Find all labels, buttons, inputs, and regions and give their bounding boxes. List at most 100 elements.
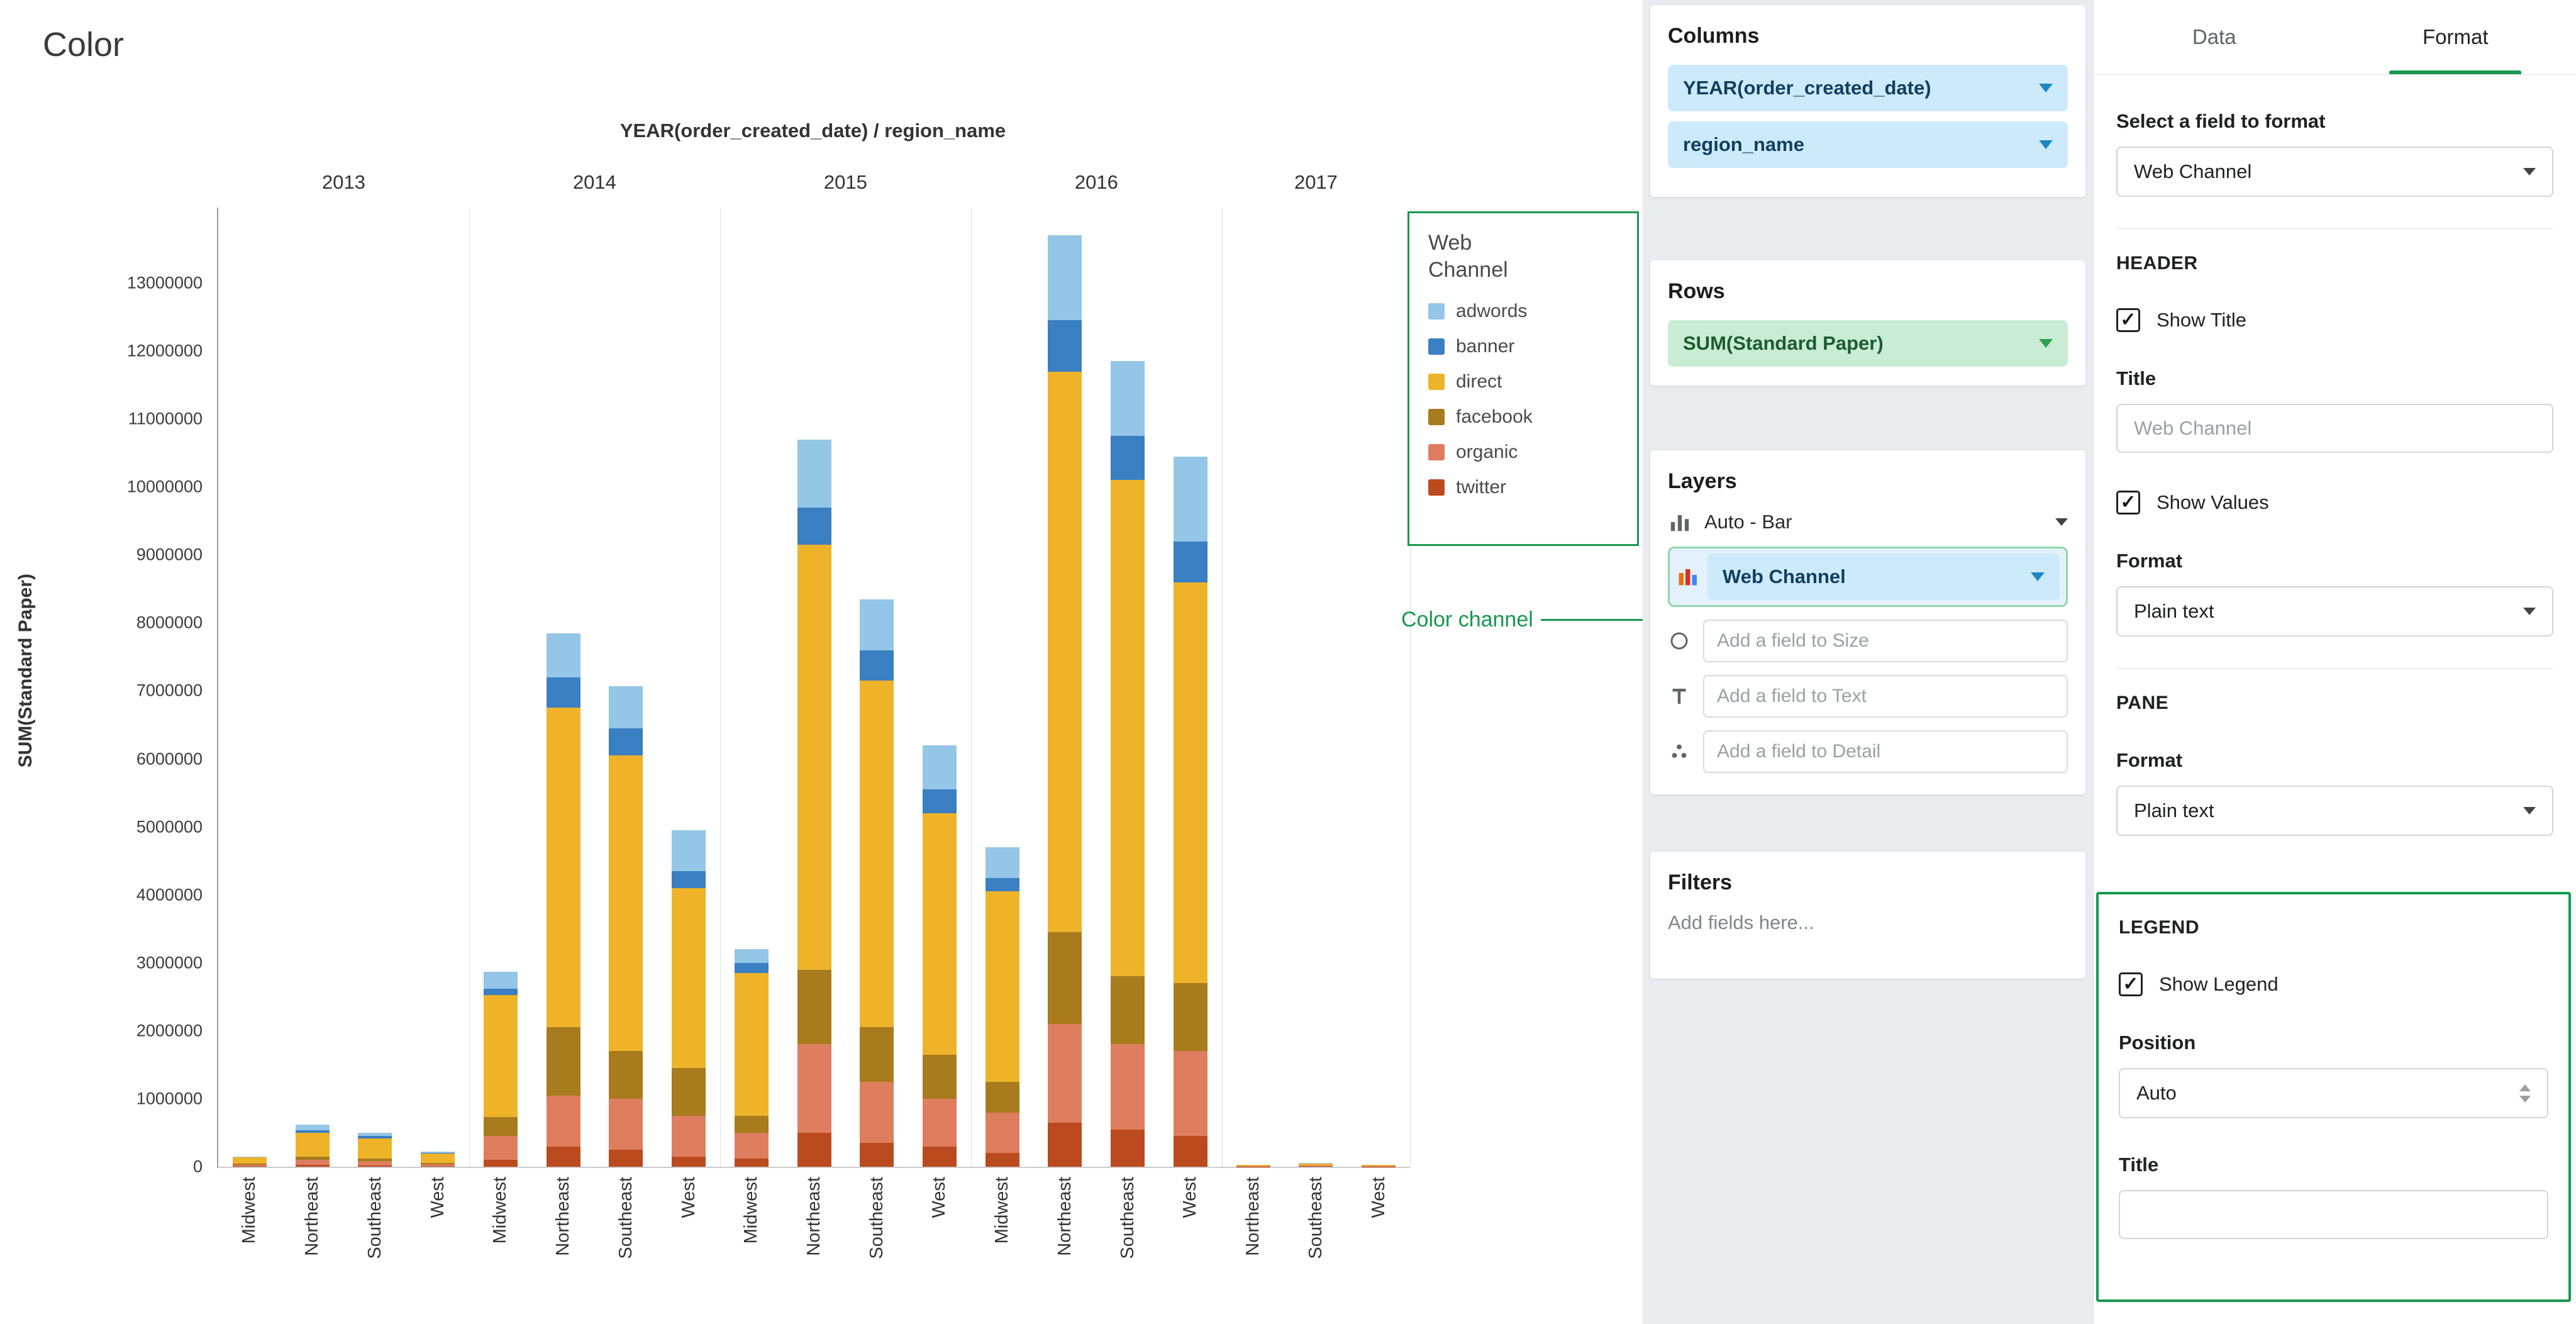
legend-item-banner[interactable]: banner — [1428, 336, 1618, 357]
bar-segment-banner[interactable] — [1111, 436, 1145, 480]
bar-segment-organic[interactable] — [1174, 1051, 1208, 1136]
bar-segment-facebook[interactable] — [1174, 983, 1208, 1051]
legend-item-organic[interactable]: organic — [1428, 442, 1618, 463]
bar-segment-facebook[interactable] — [797, 970, 831, 1045]
bar-segment-banner[interactable] — [609, 728, 643, 755]
legend-item-direct[interactable]: direct — [1428, 371, 1618, 392]
bar-segment-direct[interactable] — [358, 1138, 392, 1159]
bar[interactable] — [672, 830, 706, 1167]
bar-segment-direct[interactable] — [1111, 480, 1145, 976]
bar-segment-banner[interactable] — [672, 871, 706, 888]
bar-segment-direct[interactable] — [860, 681, 894, 1027]
bar-segment-twitter[interactable] — [672, 1157, 706, 1167]
bar-segment-banner[interactable] — [923, 789, 957, 813]
tab-data[interactable]: Data — [2094, 0, 2335, 74]
bar-segment-twitter[interactable] — [860, 1143, 894, 1167]
bar-segment-twitter[interactable] — [735, 1159, 769, 1167]
bar-segment-banner[interactable] — [860, 650, 894, 681]
chevron-down-icon[interactable] — [2055, 518, 2068, 526]
header-title-input[interactable] — [2116, 404, 2553, 453]
bar-segment-facebook[interactable] — [547, 1027, 580, 1095]
bar-segment-adwords[interactable] — [547, 633, 580, 677]
bar-segment-direct[interactable] — [672, 888, 706, 1068]
bar-segment-facebook[interactable] — [735, 1116, 769, 1133]
bar-segment-adwords[interactable] — [860, 599, 894, 650]
size-field-slot[interactable]: Add a field to Size — [1703, 620, 2068, 662]
bar-segment-banner[interactable] — [484, 989, 518, 995]
bar-segment-organic[interactable] — [672, 1116, 706, 1157]
columns-pill-year-order-created-date[interactable]: YEAR(order_created_date) — [1668, 65, 2068, 111]
bar-segment-direct[interactable] — [421, 1154, 455, 1162]
pane-format-dropdown[interactable]: Plain text — [2116, 786, 2553, 836]
bar-segment-organic[interactable] — [860, 1082, 894, 1143]
bar-segment-facebook[interactable] — [985, 1082, 1019, 1113]
bar[interactable] — [547, 633, 580, 1167]
bar-segment-organic[interactable] — [923, 1099, 957, 1147]
bar-segment-banner[interactable] — [735, 963, 769, 973]
bar-segment-twitter[interactable] — [923, 1147, 957, 1167]
bar[interactable] — [985, 847, 1019, 1167]
bar-segment-twitter[interactable] — [296, 1165, 330, 1167]
bar-segment-twitter[interactable] — [547, 1147, 580, 1167]
bar[interactable] — [484, 972, 518, 1167]
legend-position-dropdown[interactable]: Auto — [2119, 1068, 2548, 1118]
bar-segment-direct[interactable] — [609, 755, 643, 1051]
bar-segment-adwords[interactable] — [923, 745, 957, 789]
bar[interactable] — [797, 440, 831, 1167]
field-select-dropdown[interactable]: Web Channel — [2116, 147, 2553, 197]
bar-segment-twitter[interactable] — [358, 1165, 392, 1167]
bar-segment-adwords[interactable] — [797, 440, 831, 508]
bar-segment-adwords[interactable] — [484, 972, 518, 989]
bar-segment-banner[interactable] — [547, 677, 580, 708]
layer-type-row[interactable]: Auto - Bar — [1668, 510, 2068, 534]
detail-field-slot[interactable]: Add a field to Detail — [1703, 730, 2068, 773]
show-legend-checkbox[interactable] — [2119, 972, 2143, 996]
bar-segment-organic[interactable] — [735, 1133, 769, 1159]
tab-format[interactable]: Format — [2335, 0, 2576, 74]
bar-segment-facebook[interactable] — [1048, 932, 1082, 1024]
bar-segment-facebook[interactable] — [860, 1027, 894, 1081]
bar-segment-banner[interactable] — [985, 878, 1019, 892]
bar[interactable] — [1236, 1165, 1270, 1167]
bar-segment-twitter[interactable] — [797, 1133, 831, 1167]
bar-segment-twitter[interactable] — [1299, 1166, 1333, 1167]
bar-segment-twitter[interactable] — [985, 1153, 1019, 1167]
rows-pill-sum-standard-paper[interactable]: SUM(Standard Paper) — [1668, 320, 2068, 367]
bar[interactable] — [233, 1157, 267, 1167]
bar-segment-organic[interactable] — [797, 1044, 831, 1133]
bar-segment-adwords[interactable] — [1048, 235, 1082, 320]
bar[interactable] — [1174, 457, 1208, 1167]
chevron-down-icon[interactable] — [2039, 84, 2053, 92]
bar-segment-adwords[interactable] — [735, 949, 769, 963]
bar[interactable] — [1111, 361, 1145, 1167]
show-title-checkbox-row[interactable]: Show Title — [2116, 308, 2553, 332]
bar-segment-adwords[interactable] — [1111, 361, 1145, 436]
bar-segment-adwords[interactable] — [672, 830, 706, 871]
show-values-checkbox[interactable] — [2116, 491, 2140, 515]
bar-segment-direct[interactable] — [1048, 372, 1082, 933]
bar-segment-organic[interactable] — [296, 1160, 330, 1165]
bar-segment-twitter[interactable] — [421, 1166, 455, 1167]
bar-segment-organic[interactable] — [484, 1136, 518, 1160]
bar-segment-twitter[interactable] — [1111, 1130, 1145, 1167]
bar-segment-banner[interactable] — [1174, 542, 1208, 582]
bar-segment-facebook[interactable] — [672, 1068, 706, 1116]
bar-segment-twitter[interactable] — [233, 1166, 267, 1167]
header-format-dropdown[interactable]: Plain text — [2116, 586, 2553, 637]
bar[interactable] — [296, 1125, 330, 1167]
bar-segment-organic[interactable] — [609, 1099, 643, 1150]
bar-segment-adwords[interactable] — [609, 686, 643, 728]
bar-segment-direct[interactable] — [797, 545, 831, 969]
chevron-down-icon[interactable] — [2031, 572, 2045, 581]
bar-segment-direct[interactable] — [1174, 582, 1208, 984]
bar-segment-direct[interactable] — [985, 891, 1019, 1082]
bar-segment-twitter[interactable] — [1174, 1136, 1208, 1167]
bar-segment-facebook[interactable] — [484, 1117, 518, 1136]
bar[interactable] — [609, 686, 643, 1167]
bar-segment-adwords[interactable] — [1174, 457, 1208, 542]
bar-segment-direct[interactable] — [735, 973, 769, 1116]
bar-segment-direct[interactable] — [233, 1157, 267, 1164]
bar[interactable] — [923, 745, 957, 1167]
bar-segment-direct[interactable] — [296, 1133, 330, 1157]
bar-segment-direct[interactable] — [923, 813, 957, 1055]
